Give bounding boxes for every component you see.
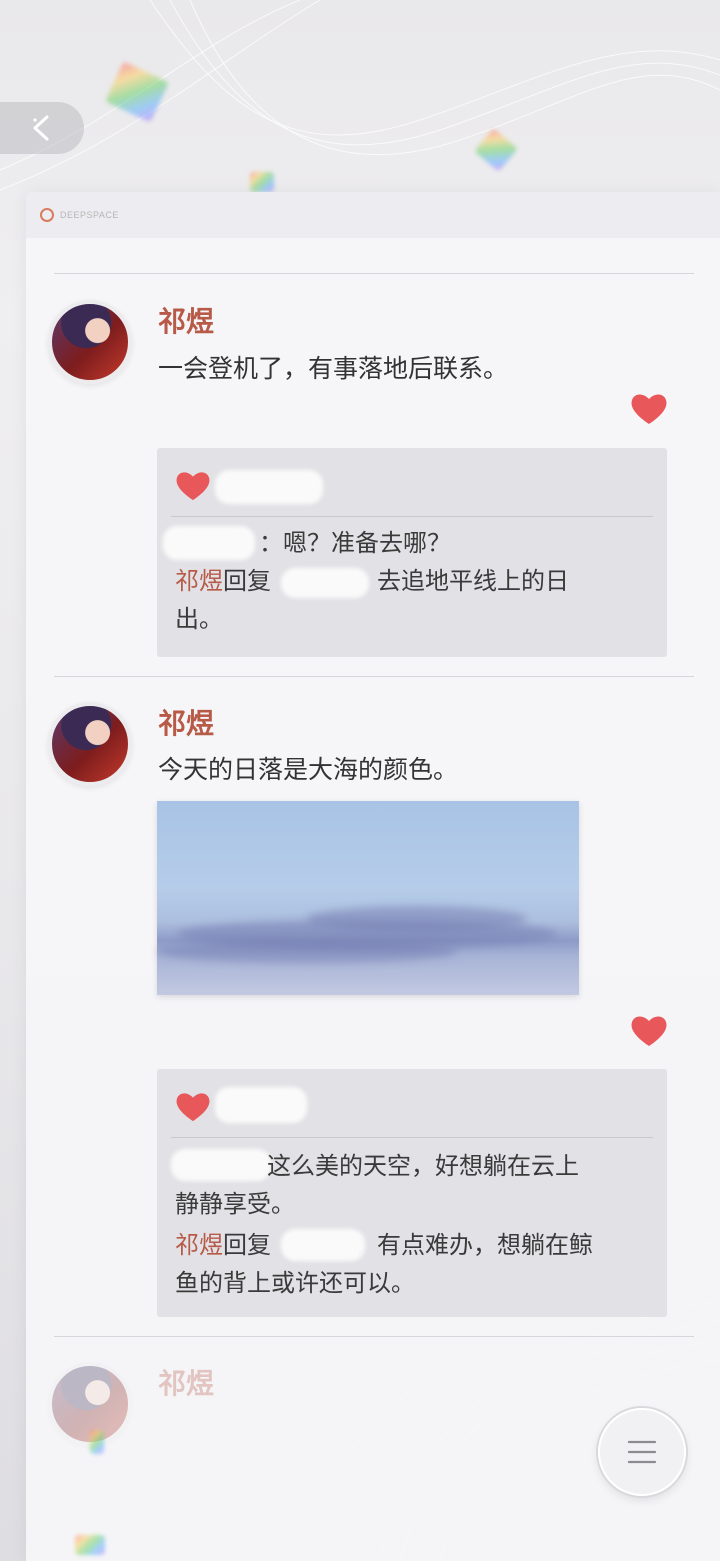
comment-text: ：嗯？准备去哪？	[259, 524, 647, 562]
comment-text: 这么美的天空，好想躺在云上	[267, 1147, 647, 1185]
moments-card: DEEPSPACE 祁煜 一会登机了，有事落地后联系。 ：嗯？准备去哪？ 祁煜回…	[26, 192, 720, 1561]
comment-content: ：嗯？准备去哪？	[259, 529, 451, 557]
reply-line: 祁煜回复 ：去追地平线上的日	[175, 562, 647, 600]
post-text: 一会登机了，有事落地后联系。	[158, 354, 509, 383]
back-button[interactable]	[0, 102, 84, 154]
post-author[interactable]: 祁煜	[158, 702, 214, 742]
heart-icon[interactable]	[630, 1014, 668, 1048]
hamburger-icon	[627, 1440, 657, 1464]
avatar[interactable]	[48, 300, 132, 384]
light-flare	[250, 172, 274, 192]
post-photo[interactable]	[157, 801, 579, 995]
post-text: 今天的日落是大海的颜色。	[158, 755, 459, 784]
redacted-user	[171, 1149, 271, 1181]
divider	[54, 676, 694, 677]
reply-line: 祁煜回复 ：有点难办，想躺在鲸	[175, 1226, 647, 1264]
reply-line-cont: 鱼的背上或许还可以。	[175, 1269, 415, 1297]
reply-word: 回复	[223, 1231, 271, 1259]
divider	[171, 1137, 653, 1138]
redacted-user	[281, 568, 369, 598]
heart-icon	[176, 472, 210, 501]
heart-icon[interactable]	[630, 392, 668, 426]
post-author[interactable]: 祁煜	[158, 300, 214, 340]
reply-author[interactable]: 祁煜	[175, 567, 223, 595]
reply-content: ：去追地平线上的日	[353, 567, 569, 595]
comment-content: 这么美的天空，好想躺在云上	[267, 1152, 579, 1180]
reply-content: ：有点难办，想躺在鲸	[353, 1231, 593, 1259]
reply-word: 回复	[223, 567, 271, 595]
redacted-user	[281, 1229, 365, 1261]
comment-text-cont: 静静享受。	[175, 1190, 295, 1218]
brand-text: DEEPSPACE	[60, 210, 119, 220]
reply-author[interactable]: 祁煜	[175, 1231, 223, 1259]
redacted-user	[163, 526, 255, 560]
comment-box: 这么美的天空，好想躺在云上 静静享受。 祁煜回复 ：有点难办，想躺在鲸 鱼的背上或…	[157, 1069, 667, 1317]
light-flare	[474, 128, 518, 172]
divider	[171, 516, 653, 517]
menu-button[interactable]	[598, 1408, 686, 1496]
divider	[54, 273, 694, 274]
heart-icon	[176, 1093, 210, 1122]
divider	[54, 1336, 694, 1337]
chevron-left-icon	[33, 115, 49, 141]
avatar[interactable]	[48, 702, 132, 786]
post-author[interactable]: 祁煜	[158, 1362, 214, 1402]
comment-box: ：嗯？准备去哪？ 祁煜回复 ：去追地平线上的日 出。	[157, 448, 667, 657]
light-flare	[75, 1535, 105, 1555]
brand-logo-icon	[40, 208, 54, 222]
redacted-user	[215, 1087, 307, 1123]
redacted-user	[215, 470, 323, 504]
card-header: DEEPSPACE	[26, 192, 720, 238]
light-flare	[105, 61, 169, 123]
light-flare	[90, 1430, 104, 1454]
reply-line-cont: 出。	[175, 605, 223, 633]
